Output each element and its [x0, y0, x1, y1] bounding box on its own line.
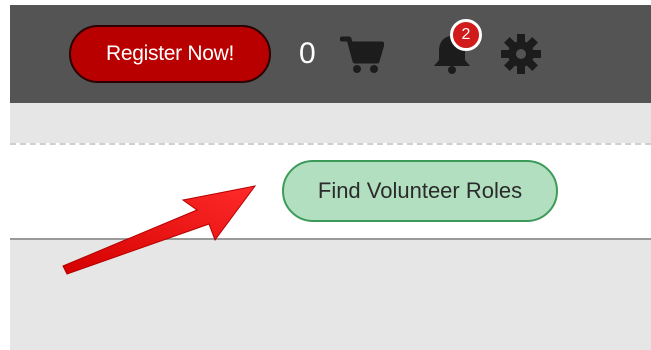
notification-badge: 2 [450, 19, 482, 51]
left-margin [0, 0, 10, 350]
shopping-cart-icon[interactable] [340, 35, 384, 75]
sub-header-bar [10, 103, 651, 143]
find-volunteer-roles-button[interactable]: Find Volunteer Roles [282, 160, 558, 222]
register-now-button[interactable]: Register Now! [69, 25, 271, 83]
gear-icon[interactable] [500, 33, 542, 75]
screenshot-frame: Register Now! 0 2 Find Volunteer Roles [0, 0, 651, 350]
cart-count: 0 [299, 37, 316, 70]
red-arrow-icon [62, 185, 257, 275]
